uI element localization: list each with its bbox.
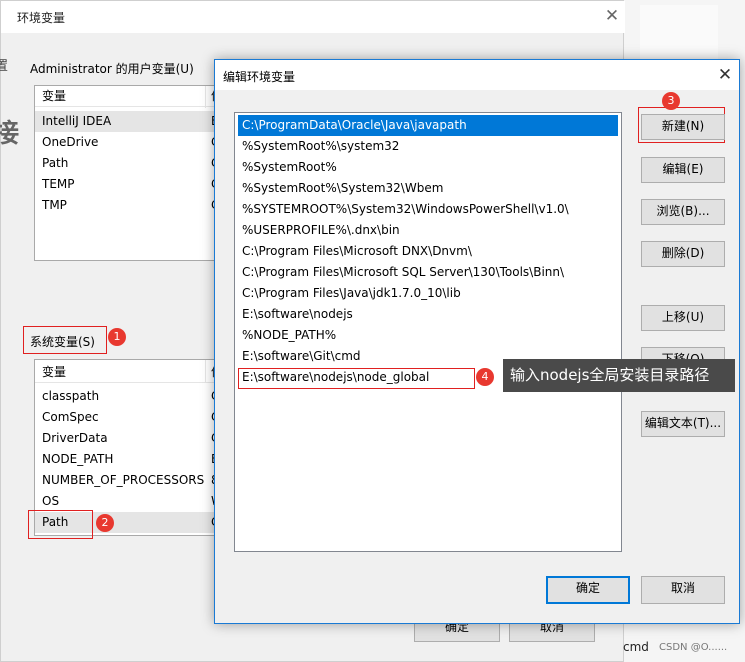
path-entry[interactable]: %SystemRoot%\system32 [238, 136, 618, 157]
list-item[interactable]: NODE_PATHE [35, 449, 233, 470]
list-header[interactable]: 变量 值 [35, 362, 233, 383]
path-entry[interactable]: %SYSTEMROOT%\System32\WindowsPowerShell\… [238, 199, 618, 220]
close-icon[interactable]: ✕ [713, 63, 737, 87]
list-item[interactable]: OneDriveC [35, 132, 233, 153]
clipped-text-fragment: 置 [0, 59, 9, 74]
list-item[interactable]: PathC [35, 153, 233, 174]
background-panel [640, 5, 718, 60]
dialog-titlebar: 编辑环境变量 ✕ [215, 60, 739, 90]
list-item[interactable]: ComSpecC [35, 407, 233, 428]
step-badge-3: 3 [662, 92, 680, 110]
column-header-variable[interactable]: 变量 [42, 365, 66, 379]
system-variables-label: 系统变量(S) [30, 335, 95, 349]
path-entry[interactable]: C:\Program Files\Microsoft DNX\Dnvm\ [238, 241, 618, 262]
window-title: 环境变量 [17, 11, 66, 25]
instruction-tooltip: 输入nodejs全局安装目录路径 [503, 359, 735, 392]
path-entries-list[interactable]: C:\ProgramData\Oracle\Java\javapath %Sys… [234, 112, 622, 552]
footer-text: cmd [623, 640, 649, 654]
list-header[interactable]: 变量 值 [35, 86, 233, 107]
browse-button[interactable]: 浏览(B)... [641, 199, 725, 225]
step-badge-1: 1 [108, 328, 126, 346]
dialog-title: 编辑环境变量 [223, 70, 296, 84]
list-item[interactable]: TEMPC [35, 174, 233, 195]
edit-environment-variable-dialog: 编辑环境变量 ✕ C:\ProgramData\Oracle\Java\java… [214, 59, 740, 624]
path-entry-selected[interactable]: C:\ProgramData\Oracle\Java\javapath [238, 115, 618, 136]
column-separator[interactable] [205, 86, 206, 108]
list-item[interactable]: NUMBER_OF_PROCESSORS8 [35, 470, 233, 491]
path-item-highlight [28, 510, 93, 539]
watermark: CSDN @O...... [659, 642, 728, 653]
clipped-text-fragment: 接 [0, 119, 20, 149]
list-item[interactable]: IntelliJ IDEAE [35, 111, 233, 132]
dialog-ok-button[interactable]: 确定 [546, 576, 630, 604]
step-badge-4: 4 [476, 368, 494, 386]
step-badge-2: 2 [96, 514, 114, 532]
path-entry[interactable]: %USERPROFILE%\.dnx\bin [238, 220, 618, 241]
path-entry[interactable]: %NODE_PATH% [238, 325, 618, 346]
window-titlebar: 环境变量 ✕ [1, 1, 625, 33]
column-separator[interactable] [205, 360, 206, 382]
list-item[interactable]: TMPC [35, 195, 233, 216]
edit-text-button[interactable]: 编辑文本(T)... [641, 411, 725, 437]
path-entry[interactable]: C:\Program Files\Java\jdk1.7.0_10\lib [238, 283, 618, 304]
list-item[interactable]: DriverDataC [35, 428, 233, 449]
close-icon[interactable]: ✕ [601, 6, 623, 28]
dialog-cancel-button[interactable]: 取消 [641, 576, 725, 604]
path-entry[interactable]: C:\Program Files\Microsoft SQL Server\13… [238, 262, 618, 283]
list-item[interactable]: OSW [35, 491, 233, 512]
list-item[interactable]: classpathC [35, 386, 233, 407]
user-variables-list[interactable]: 变量 值 IntelliJ IDEAE OneDriveC PathC TEMP… [34, 85, 234, 261]
delete-button[interactable]: 删除(D) [641, 241, 725, 267]
column-header-variable[interactable]: 变量 [42, 89, 66, 103]
path-entry[interactable]: E:\software\nodejs [238, 304, 618, 325]
new-button[interactable]: 新建(N) [641, 114, 725, 140]
path-entry[interactable]: %SystemRoot% [238, 157, 618, 178]
move-up-button[interactable]: 上移(U) [641, 305, 725, 331]
new-entry-highlight [238, 368, 475, 389]
edit-button[interactable]: 编辑(E) [641, 157, 725, 183]
user-variables-label: Administrator 的用户变量(U) [30, 62, 194, 76]
path-entry[interactable]: %SystemRoot%\System32\Wbem [238, 178, 618, 199]
